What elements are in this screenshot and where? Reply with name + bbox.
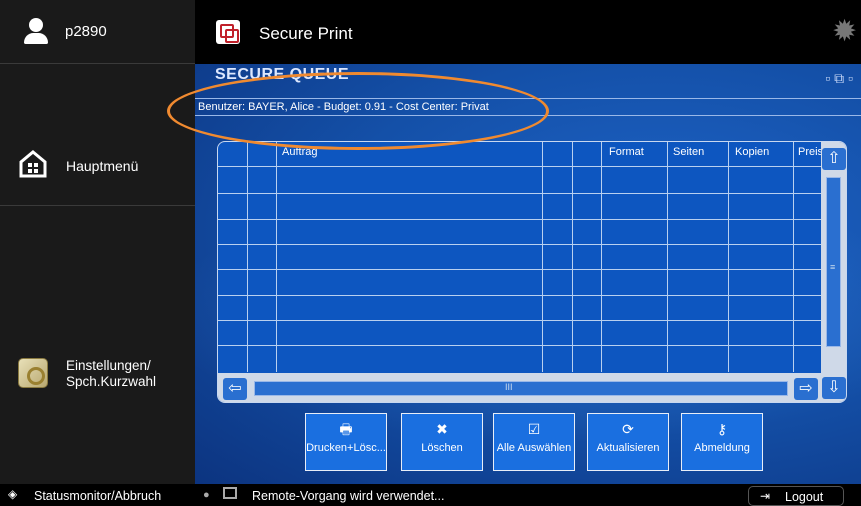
home-icon: [19, 150, 47, 178]
settings-button[interactable]: Einstellungen/ Spch.Kurzwahl: [0, 350, 195, 410]
scroll-right-icon[interactable]: ⇨: [794, 378, 818, 400]
user-name: p2890: [65, 23, 107, 40]
logout-button[interactable]: ⇥ Logout: [748, 486, 844, 506]
gear-icon[interactable]: ✹: [832, 17, 857, 47]
scroll-up-icon[interactable]: ⇧: [822, 148, 846, 170]
scroll-down-icon[interactable]: ⇩: [822, 377, 846, 399]
lock-icon: ●: [203, 489, 210, 501]
column-header-copies[interactable]: Kopien: [735, 146, 769, 158]
column-header-price[interactable]: Preis: [798, 146, 823, 158]
main-menu-button[interactable]: Hauptmenü: [0, 64, 195, 206]
window-icons: ▫ ⧉ ▫: [825, 70, 853, 86]
app-title: Secure Print: [259, 24, 353, 43]
main-menu-label: Hauptmenü: [66, 158, 139, 174]
status-bar: ◈ Statusmonitor/Abbruch ● Remote-Vorgang…: [0, 484, 861, 506]
settings-icon: [18, 358, 48, 388]
job-table[interactable]: Auftrag Format Seiten Kopien Preis ⇧ ≡ ⇩…: [217, 141, 847, 403]
horizontal-scroll-track[interactable]: III: [254, 381, 788, 396]
checklist-icon: ☑: [527, 421, 541, 437]
logoff-button[interactable]: ⚷ Abmeldung: [681, 413, 763, 471]
column-header-pages[interactable]: Seiten: [673, 146, 704, 158]
logout-icon: ⇥: [760, 489, 771, 503]
print-delete-icon: 🖶: [339, 421, 353, 437]
vertical-scroll-track[interactable]: ≡: [826, 177, 841, 347]
user-tile[interactable]: p2890: [0, 0, 195, 64]
status-monitor-button[interactable]: Statusmonitor/Abbruch: [34, 489, 161, 503]
job-grid: Auftrag Format Seiten Kopien Preis: [218, 142, 823, 372]
left-sidebar: p2890 Hauptmenü Einstellungen/ Spch.Kurz…: [0, 0, 195, 484]
secure-print-icon: [216, 20, 240, 44]
remote-status-text: Remote-Vorgang wird verwendet...: [252, 489, 445, 503]
settings-label: Einstellungen/ Spch.Kurzwahl: [66, 358, 156, 390]
horizontal-scrollbar[interactable]: ⇦ III ⇨: [218, 373, 821, 402]
select-all-button[interactable]: ☑ Alle Auswählen: [493, 413, 575, 471]
vertical-scrollbar[interactable]: ⇧ ≡ ⇩: [821, 142, 846, 402]
app-header: Secure Print ✹: [195, 0, 861, 64]
delete-button[interactable]: ✖ Löschen: [401, 413, 483, 471]
column-header-format[interactable]: Format: [609, 146, 644, 158]
status-monitor-icon[interactable]: ◈: [8, 487, 17, 501]
logout-label: Logout: [785, 490, 824, 504]
refresh-button[interactable]: ⟳ Aktualisieren: [587, 413, 669, 471]
settings-label-line1: Einstellungen/: [66, 358, 151, 373]
keys-icon: ⚷: [716, 421, 728, 437]
highlight-annotation: [167, 72, 549, 150]
user-icon: [22, 17, 50, 46]
settings-label-line2: Spch.Kurzwahl: [66, 374, 157, 389]
print-delete-button[interactable]: 🖶 Drucken+Lösc...: [305, 413, 387, 471]
action-bar: 🖶 Drucken+Lösc... ✖ Löschen ☑ Alle Auswä…: [305, 413, 785, 475]
scroll-left-icon[interactable]: ⇦: [223, 378, 247, 400]
refresh-icon: ⟳: [622, 421, 634, 437]
delete-icon: ✖: [436, 421, 448, 437]
monitor-icon: [223, 487, 237, 499]
